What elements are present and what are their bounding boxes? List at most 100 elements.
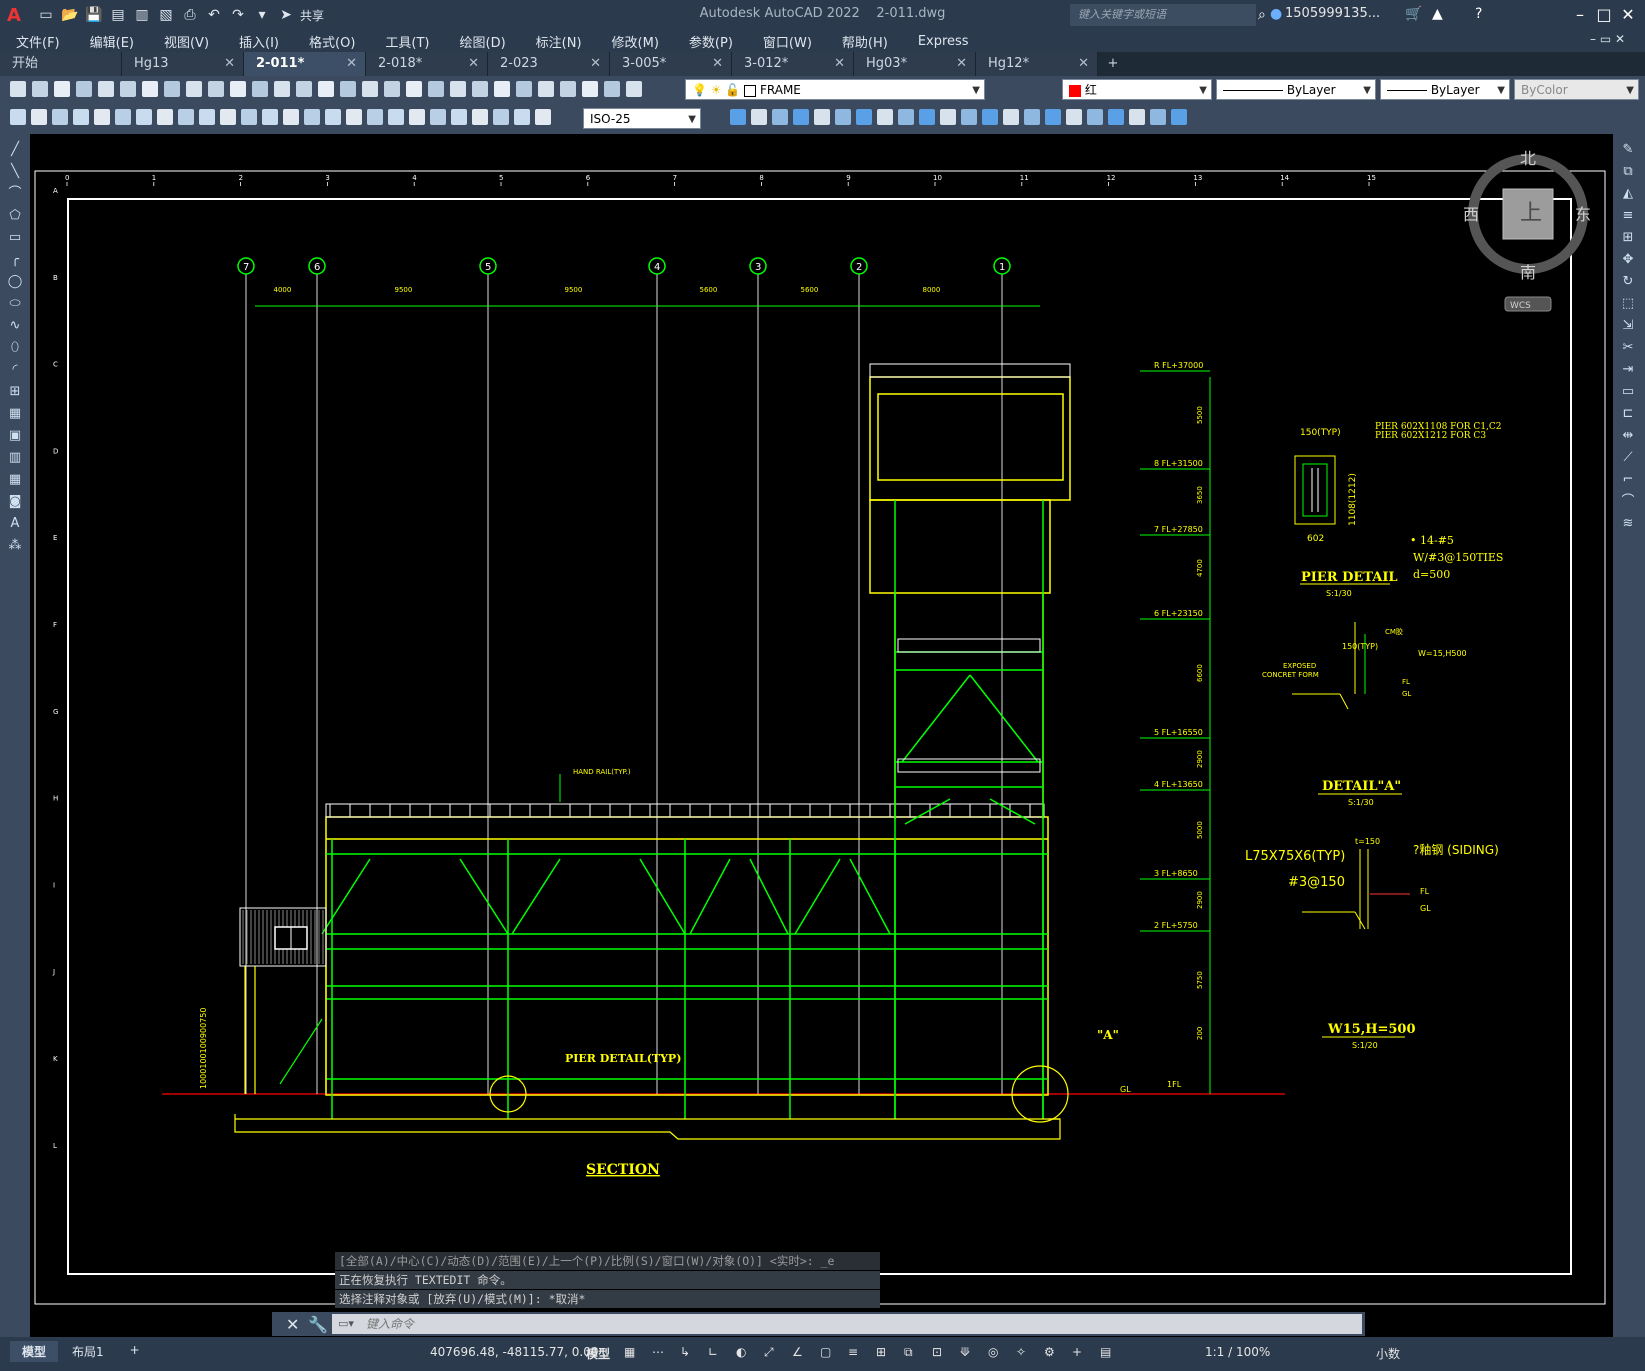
dimension-tool-icon[interactable]	[10, 109, 26, 125]
dimension-tool-icon[interactable]	[367, 109, 383, 125]
modify-tool-icon[interactable]	[1171, 109, 1187, 125]
draw-tool-icon[interactable]: ◙	[7, 494, 23, 510]
draw-tool-icon[interactable]: ▦	[7, 406, 23, 422]
close-tab-icon[interactable]: ✕	[590, 52, 601, 76]
modify-tool-icon[interactable]	[835, 109, 851, 125]
close-tab-icon[interactable]: ✕	[346, 52, 357, 76]
status-toggle-icon[interactable]: ⚙	[1044, 1345, 1055, 1359]
modify-tool-icon[interactable]: ⇥	[1620, 362, 1636, 378]
drawing-canvas[interactable]: 0 1 2 3 4 5 6 7 8 9 10 11 12 13 14 15 ABCDEFGHIJKL 7654…	[30, 134, 1613, 1310]
standard-tool-icon[interactable]	[626, 81, 642, 97]
standard-tool-icon[interactable]	[164, 81, 180, 97]
annotation-scale[interactable]: 1:1 / 100%	[1205, 1345, 1270, 1359]
modify-tool-icon[interactable]: ⌐	[1620, 472, 1636, 488]
draw-tool-icon[interactable]: ◯	[7, 274, 23, 290]
viewcube-south[interactable]: 南	[1520, 263, 1536, 282]
modify-tool-icon[interactable]: ▭	[1620, 384, 1636, 400]
layer-select[interactable]: 💡 ☀ 🔓 FRAME ▼	[685, 79, 985, 100]
dimension-tool-icon[interactable]	[493, 109, 509, 125]
status-toggle-icon[interactable]: ⤢	[764, 1345, 774, 1360]
modify-tool-icon[interactable]	[856, 109, 872, 125]
modify-tool-icon[interactable]	[751, 109, 767, 125]
help-icon[interactable]: ?	[1475, 6, 1482, 22]
save-web-icon[interactable]: ▧	[156, 5, 176, 25]
status-toggle-icon[interactable]: ∠	[792, 1345, 803, 1359]
dimension-tool-icon[interactable]	[451, 109, 467, 125]
search-icon[interactable]: ⌕	[1258, 7, 1266, 23]
draw-tool-icon[interactable]: ▦	[7, 472, 23, 488]
tab-start[interactable]: 开始	[0, 52, 122, 76]
open-web-icon[interactable]: ▥	[132, 5, 152, 25]
command-prompt-icon[interactable]: ▭▾	[338, 1317, 354, 1330]
status-toggle-icon[interactable]: ◐	[736, 1345, 746, 1359]
menu-file[interactable]: 文件(F)	[0, 32, 74, 51]
command-input[interactable]: 键入命令	[332, 1314, 1362, 1334]
standard-tool-icon[interactable]	[10, 81, 26, 97]
dimension-tool-icon[interactable]	[388, 109, 404, 125]
dimension-tool-icon[interactable]	[325, 109, 341, 125]
standard-tool-icon[interactable]	[142, 81, 158, 97]
dimension-tool-icon[interactable]	[199, 109, 215, 125]
dimension-tool-icon[interactable]	[535, 109, 551, 125]
new-icon[interactable]: ▭	[36, 5, 56, 25]
tab-layout1[interactable]: 布局1	[60, 1341, 116, 1362]
modify-tool-icon[interactable]: ⟋	[1620, 450, 1636, 466]
color-select[interactable]: 红 ▼	[1062, 79, 1212, 100]
modify-tool-icon[interactable]	[793, 109, 809, 125]
close-icon[interactable]: ✕	[1615, 4, 1641, 26]
close-tab-icon[interactable]: ✕	[1078, 52, 1089, 76]
tab-2-018[interactable]: 2-018* ✕	[366, 52, 488, 76]
modify-tool-icon[interactable]	[940, 109, 956, 125]
draw-tool-icon[interactable]: ⊞	[7, 384, 23, 400]
status-toggle-icon[interactable]: ◎	[988, 1345, 998, 1359]
menu-format[interactable]: 格式(O)	[293, 32, 369, 51]
status-toggle-icon[interactable]: ▦	[624, 1345, 635, 1359]
status-toggle-icon[interactable]: ▤	[1100, 1345, 1111, 1359]
standard-tool-icon[interactable]	[32, 81, 48, 97]
units-select[interactable]: 小数	[1376, 1345, 1400, 1362]
modify-tool-icon[interactable]	[1108, 109, 1124, 125]
redo-icon[interactable]: ↷	[228, 5, 248, 25]
open-icon[interactable]: 📂	[60, 5, 80, 25]
dimension-tool-icon[interactable]	[52, 109, 68, 125]
dimension-tool-icon[interactable]	[115, 109, 131, 125]
standard-tool-icon[interactable]	[274, 81, 290, 97]
menu-express[interactable]: Express	[902, 34, 983, 49]
status-toggle-icon[interactable]: +	[1072, 1345, 1082, 1359]
viewcube-top[interactable]: 上	[1520, 201, 1542, 226]
draw-tool-icon[interactable]: ∿	[7, 318, 23, 334]
plot-icon[interactable]: ⎙	[180, 5, 200, 25]
tab-2-023[interactable]: 2-023 ✕	[488, 52, 610, 76]
menu-dimension[interactable]: 标注(N)	[520, 32, 596, 51]
menu-insert[interactable]: 插入(I)	[223, 32, 293, 51]
standard-tool-icon[interactable]	[362, 81, 378, 97]
modify-tool-icon[interactable]	[1024, 109, 1040, 125]
standard-tool-icon[interactable]	[54, 81, 70, 97]
draw-tool-icon[interactable]: ╲	[7, 164, 23, 180]
dimension-tool-icon[interactable]	[514, 109, 530, 125]
dimension-tool-icon[interactable]	[31, 109, 47, 125]
draw-tool-icon[interactable]: ⬠	[7, 208, 23, 224]
maximize-icon[interactable]: □	[1591, 4, 1617, 26]
modify-tool-icon[interactable]: ✎	[1620, 142, 1636, 158]
status-toggle-icon[interactable]: ∟	[708, 1345, 718, 1359]
menu-help[interactable]: 帮助(H)	[826, 32, 902, 51]
dimension-tool-icon[interactable]	[430, 109, 446, 125]
standard-tool-icon[interactable]	[76, 81, 92, 97]
standard-tool-icon[interactable]	[340, 81, 356, 97]
viewcube-east[interactable]: 东	[1575, 205, 1591, 224]
viewcube-north[interactable]: 北	[1520, 149, 1536, 168]
close-tab-icon[interactable]: ✕	[224, 52, 235, 76]
dimension-tool-icon[interactable]	[73, 109, 89, 125]
modify-tool-icon[interactable]	[982, 109, 998, 125]
menu-draw[interactable]: 绘图(D)	[444, 32, 520, 51]
tab-2-011[interactable]: 2-011* ✕	[244, 52, 366, 76]
close-tab-icon[interactable]: ✕	[712, 52, 723, 76]
modify-tool-icon[interactable]	[1066, 109, 1082, 125]
close-tab-icon[interactable]: ✕	[956, 52, 967, 76]
menu-window[interactable]: 窗口(W)	[747, 32, 826, 51]
standard-tool-icon[interactable]	[252, 81, 268, 97]
share-icon[interactable]: ➤	[276, 5, 296, 25]
tab-3-005[interactable]: 3-005* ✕	[610, 52, 732, 76]
standard-tool-icon[interactable]	[604, 81, 620, 97]
